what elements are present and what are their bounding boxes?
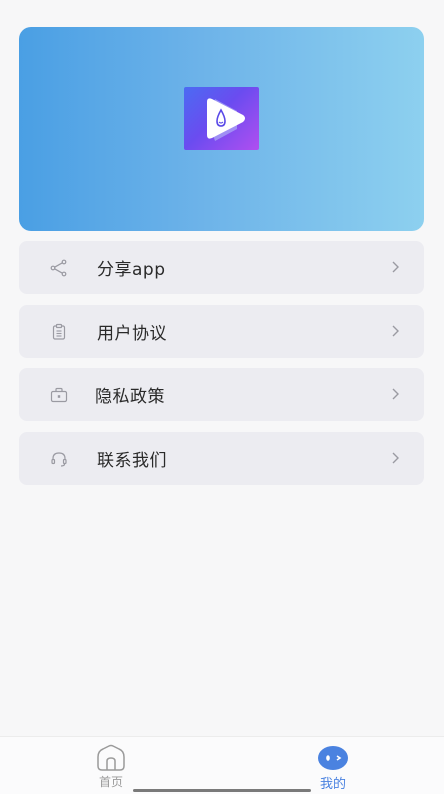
contact-us-label: 联系我们 (97, 451, 167, 471)
app-logo (184, 87, 259, 150)
bottom-tab-bar: 首页 我的 (0, 736, 444, 794)
chevron-right-icon (392, 388, 399, 400)
tab-home-label: 首页 (98, 775, 123, 789)
chevron-right-icon (392, 452, 399, 464)
user-agreement-label: 用户协议 (97, 324, 167, 344)
tab-home[interactable]: 首页 (61, 737, 161, 794)
privacy-policy-label: 隐私政策 (95, 387, 165, 407)
chevron-right-icon (392, 261, 399, 273)
share-app-label: 分享app (97, 260, 166, 280)
clipboard-icon (52, 323, 66, 340)
user-agreement-item[interactable]: 用户协议 (19, 305, 424, 358)
header-banner (19, 27, 424, 231)
contact-us-item[interactable]: 联系我们 (19, 432, 424, 485)
headset-icon (51, 452, 67, 467)
briefcase-lock-icon (50, 387, 68, 403)
share-app-item[interactable]: 分享app (19, 241, 424, 294)
home-icon (97, 744, 125, 771)
tab-mine[interactable]: 我的 (283, 737, 383, 794)
video-play-water-drop-icon (207, 98, 245, 141)
chevron-right-icon (392, 325, 399, 337)
mine-face-icon (318, 746, 348, 770)
privacy-policy-item[interactable]: 隐私政策 (19, 368, 424, 421)
share-icon (50, 259, 67, 277)
home-indicator (133, 789, 311, 792)
